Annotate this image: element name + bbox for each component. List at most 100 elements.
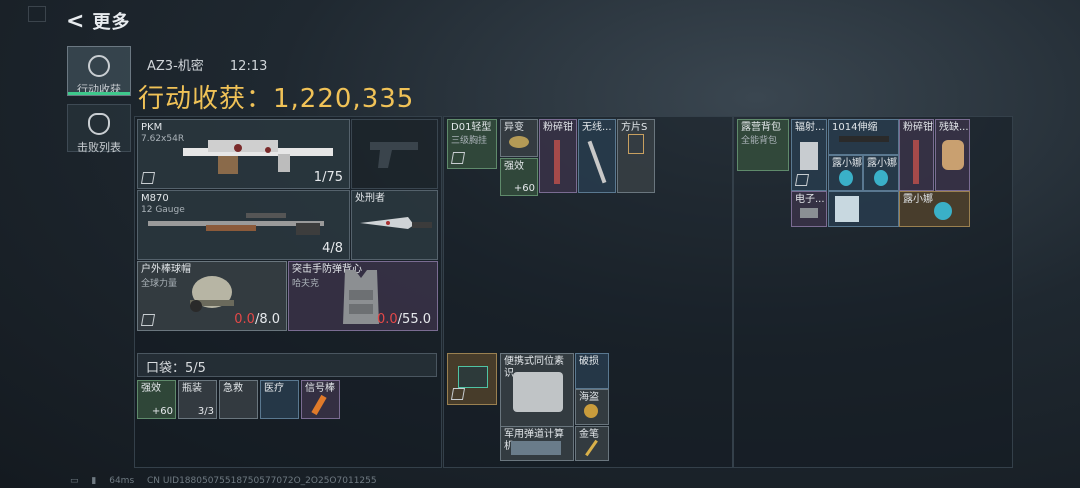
primary-weapon-name: PKM	[141, 122, 163, 133]
status-footer: ▭ ▮ 64ms CN UID18805075518750577072O_2O2…	[70, 476, 387, 486]
chest-rig-slot[interactable]: D01轻型 三级胸挂	[447, 119, 497, 169]
insured-icon	[450, 152, 466, 164]
tab-raid-loot[interactable]: 行动收获	[67, 46, 131, 96]
backpack-item[interactable]: 粉碎钳	[899, 119, 934, 191]
artifact-icon	[942, 140, 964, 170]
pocket-item[interactable]: 医疗	[260, 380, 299, 419]
backpack-item-name: 粉碎钳	[903, 122, 933, 133]
rig-item-name: 异变	[504, 122, 524, 133]
pocket-item[interactable]: 瓶装 3/3	[178, 380, 217, 419]
device-icon	[458, 366, 488, 388]
corner-bracket-icon	[28, 6, 46, 22]
helmet-icon	[190, 276, 234, 312]
signal-icon: ▮	[91, 476, 97, 486]
card-icon	[628, 134, 644, 154]
electronics-icon	[800, 208, 818, 218]
ballistic-computer-icon	[511, 441, 561, 455]
rig-item-name: 无线...	[582, 122, 612, 133]
loot-icon	[88, 55, 110, 77]
battery-icon: ▭	[70, 476, 79, 486]
ping-value: 64ms	[109, 476, 135, 486]
backpack-item[interactable]: 便携式同位素识...	[500, 353, 574, 427]
helmet-sub: 全球力量	[141, 279, 178, 289]
pistol-silhouette-icon	[370, 142, 418, 168]
pocket-item-count: 3/3	[197, 406, 214, 417]
backpack-slot[interactable]: 露营背包 全能背包	[737, 119, 789, 171]
helmet-durability-max: /8.0	[254, 312, 280, 327]
raid-meta: AZ3-机密 12:13	[147, 55, 289, 74]
melee-slot[interactable]: 处刑者	[351, 190, 438, 260]
isotope-detector-icon	[513, 372, 563, 412]
pocket-item-name: 强效	[141, 383, 161, 394]
rig-item-name: 强效	[504, 161, 524, 172]
backpack-item[interactable]: 电子...	[791, 191, 827, 227]
rig-item-count: +60	[513, 183, 535, 194]
figurine-icon	[934, 202, 952, 220]
backpack-item-name: 1014伸缩	[832, 122, 878, 133]
pliers-icon	[554, 140, 560, 184]
backpack-item-name: 露小娜	[832, 158, 862, 169]
backpack-item[interactable]: 露小娜	[899, 191, 970, 227]
rig-item[interactable]: 强效 +60	[500, 158, 538, 196]
secondary-weapon-ammo: 4/8	[322, 241, 343, 256]
raid-total-value: 行动收获：1,220,335	[138, 84, 415, 114]
pen-icon	[585, 439, 598, 457]
backpack-item[interactable]: 金笔	[575, 426, 609, 461]
helmet-durability: 0.0/8.0	[234, 312, 280, 327]
backpack-item[interactable]: 辐射...	[791, 119, 827, 191]
rig-item[interactable]: 无线...	[578, 119, 616, 193]
figurine-icon	[835, 196, 859, 222]
figurine-icon	[839, 170, 853, 186]
backpack-item[interactable]: 海盗	[575, 389, 609, 425]
can-icon	[509, 136, 529, 148]
pliers-icon	[913, 140, 919, 184]
sidearm-slot[interactable]	[351, 119, 438, 189]
insured-icon	[140, 314, 156, 326]
backpack-item[interactable]: 军用弹道计算机	[500, 426, 574, 461]
tab-kill-list-label: 击败列表	[77, 141, 121, 154]
backpack-item[interactable]: 1014伸缩	[828, 119, 899, 155]
melee-name: 处刑者	[355, 193, 385, 204]
pocket-item-count: +60	[151, 406, 173, 417]
rig-item-name: 方片S	[621, 122, 648, 133]
backpack-slot[interactable]	[447, 353, 497, 405]
backpack-item[interactable]: 破损	[575, 353, 609, 389]
radiation-device-icon	[800, 142, 818, 170]
shotgun-icon	[148, 213, 324, 235]
pocket-item[interactable]: 强效 +60	[137, 380, 176, 419]
helmet-slot[interactable]: 户外棒球帽 全球力量 0.0/8.0	[137, 261, 287, 331]
back-button[interactable]: < 更多	[66, 8, 130, 34]
rig-item[interactable]: 异变	[500, 119, 538, 157]
helmet-durability-current: 0.0	[234, 312, 255, 327]
armor-sub: 哈夫克	[292, 279, 320, 289]
rig-item-name: 粉碎钳	[543, 122, 573, 133]
insured-icon	[450, 388, 466, 400]
tab-kill-list[interactable]: 击败列表	[67, 104, 131, 154]
backpack-item-name: 露小娜	[867, 158, 897, 169]
pocket-header: 口袋：5/5	[137, 353, 437, 377]
chest-rig-sub: 三级胸挂	[451, 136, 488, 146]
pocket-item[interactable]: 信号棒	[301, 380, 340, 419]
backpack-item-name: 露小娜	[903, 194, 933, 205]
flare-icon	[311, 394, 327, 416]
figurine-icon	[874, 170, 888, 186]
armor-slot[interactable]: 突击手防弹背心 哈夫克 0.0/55.0	[288, 261, 438, 331]
insured-icon	[794, 174, 810, 186]
rig-item[interactable]: 粉碎钳	[539, 119, 577, 193]
pocket-item-name: 急救	[223, 383, 243, 394]
secondary-weapon-slot[interactable]: M870 12 Gauge 4/8	[137, 190, 350, 260]
insured-icon	[140, 172, 156, 184]
backpack-item[interactable]: 露小娜	[828, 155, 863, 191]
backpack-item[interactable]	[828, 191, 899, 227]
stock-icon	[839, 136, 889, 142]
raid-time: 12:13	[229, 59, 268, 74]
primary-weapon-slot[interactable]: PKM 7.62x54R 1/75	[137, 119, 350, 189]
coin-icon	[584, 404, 598, 418]
pocket-item[interactable]: 急救	[219, 380, 258, 419]
tool-icon	[587, 140, 607, 184]
backpack-item-name: 破损	[579, 356, 599, 367]
rig-item[interactable]: 方片S	[617, 119, 655, 193]
pocket-item-name: 信号棒	[305, 383, 335, 394]
backpack-item[interactable]: 残缺...	[935, 119, 970, 191]
backpack-item[interactable]: 露小娜	[863, 155, 899, 191]
